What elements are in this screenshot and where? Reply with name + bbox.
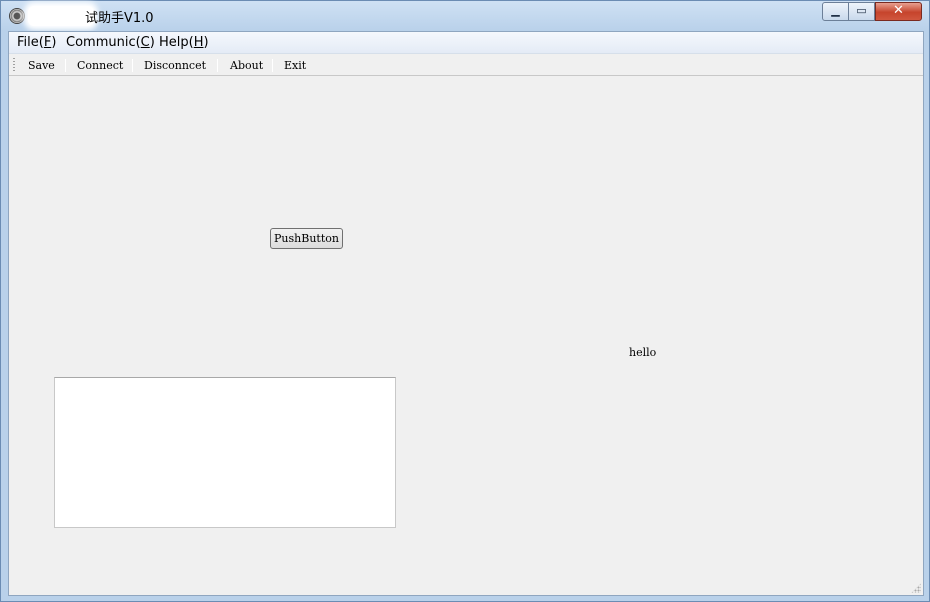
- hello-label: hello: [629, 346, 657, 359]
- text-edit[interactable]: [54, 377, 396, 528]
- menu-communic-label: Communic(: [66, 35, 141, 50]
- toolbar-separator: [217, 59, 218, 72]
- menu-help-label: Help(: [159, 35, 194, 50]
- menu-file-label: File(: [17, 35, 44, 50]
- client-area: File(F) Communic(C) Help(H) Save Connect…: [8, 31, 924, 596]
- about-button[interactable]: About: [230, 59, 263, 72]
- toolbar-grip[interactable]: [13, 58, 15, 72]
- connect-button[interactable]: Connect: [77, 59, 123, 72]
- menu-help-suffix: ): [203, 35, 209, 50]
- minimize-button[interactable]: ▁: [822, 2, 849, 21]
- toolbar-separator: [132, 59, 133, 72]
- title-bar[interactable]: 试助手V1.0 ▁ ▭ ✕: [1, 1, 929, 31]
- menu-help-mnemonic: H: [193, 35, 204, 50]
- toolbar-separator: [65, 59, 66, 72]
- maximize-button[interactable]: ▭: [848, 2, 875, 21]
- app-icon[interactable]: [9, 8, 25, 24]
- menu-bar: File(F) Communic(C) Help(H): [9, 32, 923, 54]
- menu-communic-suffix: ): [149, 35, 155, 50]
- window-title: 试助手V1.0: [85, 11, 154, 26]
- menu-communic-mnemonic: C: [140, 35, 150, 50]
- menu-communic[interactable]: Communic(C): [66, 35, 155, 50]
- menu-file[interactable]: File(F): [17, 35, 56, 50]
- disconnect-button[interactable]: Disconncet: [144, 59, 206, 72]
- menu-file-suffix: ): [51, 35, 57, 50]
- toolbar-separator: [272, 59, 273, 72]
- size-grip[interactable]: [911, 583, 921, 593]
- exit-button[interactable]: Exit: [284, 59, 306, 72]
- main-window: 试助手V1.0 ▁ ▭ ✕ File(F) Communic(C) Help(H…: [0, 0, 930, 602]
- toolbar: Save Connect Disconncet About Exit: [9, 55, 923, 76]
- save-button[interactable]: Save: [28, 59, 55, 72]
- close-button[interactable]: ✕: [875, 2, 922, 21]
- menu-help[interactable]: Help(H): [159, 35, 209, 50]
- push-button[interactable]: PushButton: [270, 228, 343, 249]
